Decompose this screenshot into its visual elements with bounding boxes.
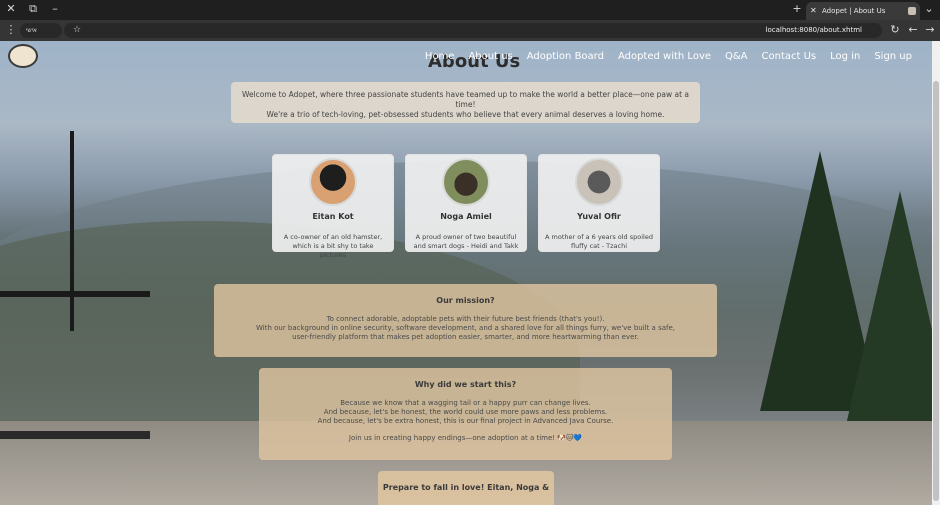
team-member-name: Yuval Ofir <box>577 212 621 221</box>
adopet-logo[interactable] <box>8 44 38 68</box>
tab-favicon-icon <box>908 7 916 15</box>
bio-line: A mother of a 6 years old spoiled <box>545 233 653 241</box>
menu-icon[interactable]: ⋮ <box>4 23 18 37</box>
mission-line: user-friendly platform that makes pet ad… <box>292 333 639 341</box>
close-tab-icon[interactable]: ✕ <box>810 2 817 20</box>
why-line: And because, let's be extra honest, this… <box>317 417 614 425</box>
nav-home[interactable]: Home <box>425 51 455 62</box>
welcome-line-2: We're a trio of tech-loving, pet-obsesse… <box>266 110 665 119</box>
team-member-bio: A co-owner of an old hamster, which is a… <box>273 233 393 260</box>
team-card: Noga Amiel A proud owner of two beautifu… <box>405 154 527 252</box>
avatar <box>309 158 357 206</box>
chairlift-bench <box>0 431 150 439</box>
nav-contact-us[interactable]: Contact Us <box>762 51 817 62</box>
bio-line: A proud owner of two beautiful <box>415 233 517 241</box>
browser-tab[interactable]: ✕ Adopet | About Us <box>806 2 920 20</box>
team-member-name: Noga Amiel <box>440 212 492 221</box>
nav-log-in[interactable]: Log in <box>830 51 860 62</box>
team-card: Yuval Ofir A mother of a 6 years old spo… <box>538 154 660 252</box>
scrollbar-thumb[interactable] <box>933 81 939 501</box>
bio-line: fluffy cat - Tzachi <box>570 242 628 250</box>
team-member-bio: A mother of a 6 years old spoiled fluffy… <box>539 233 659 251</box>
mission-title: Our mission? <box>436 296 495 305</box>
welcome-line-1: Welcome to Adopet, where three passionat… <box>241 90 690 109</box>
team-member-name: Eitan Kot <box>312 212 354 221</box>
page-viewport: About Us Home About us Adoption Board Ad… <box>0 41 932 505</box>
omnibox[interactable]: ☆ localhost:8080/about.xhtml <box>64 23 882 38</box>
bio-line: A co-owner of an old hamster, <box>283 233 383 241</box>
new-tab-icon[interactable]: + <box>790 2 804 16</box>
close-window-icon[interactable]: ✕ <box>4 2 18 16</box>
why-line: Join us in creating happy endings—one ad… <box>348 434 583 442</box>
profile-button[interactable]: אישי <box>20 23 62 38</box>
restore-window-icon[interactable]: ⧉ <box>26 2 40 16</box>
forward-icon[interactable]: ← <box>906 23 920 37</box>
why-text: Because we know that a wagging tail or a… <box>259 399 672 443</box>
why-title: Why did we start this? <box>414 380 517 389</box>
background-tree <box>840 191 932 451</box>
chairlift-seat <box>0 291 150 297</box>
nav-qa[interactable]: Q&A <box>725 51 748 62</box>
back-icon[interactable]: → <box>923 23 937 37</box>
tab-title: Adopet | About Us <box>822 7 886 15</box>
nav-adopted-with-love[interactable]: Adopted with Love <box>618 51 711 62</box>
browser-tab-strip: ✕ ⧉ – + ✕ Adopet | About Us ⌄ <box>0 0 940 20</box>
mission-line: With our background in online security, … <box>255 324 676 332</box>
mission-card: Our mission? To connect adorable, adopta… <box>214 284 717 357</box>
avatar <box>575 158 623 206</box>
mission-line: To connect adorable, adoptable pets with… <box>326 315 605 323</box>
team-member-bio: A proud owner of two beautiful and smart… <box>406 233 526 251</box>
main-nav: Home About us Adoption Board Adopted wit… <box>425 51 912 62</box>
mission-text: To connect adorable, adoptable pets with… <box>214 315 717 342</box>
page-scrollbar[interactable] <box>932 41 940 505</box>
welcome-card: Welcome to Adopet, where three passionat… <box>231 82 700 123</box>
tab-search-icon[interactable]: ⌄ <box>922 2 936 16</box>
why-line: Because we know that a wagging tail or a… <box>340 399 591 407</box>
chairlift-pole <box>70 131 74 331</box>
nav-about-us[interactable]: About us <box>468 51 512 62</box>
minimize-window-icon[interactable]: – <box>48 2 62 16</box>
footer-banner: Prepare to fall in love! Eitan, Noga & Y… <box>378 471 554 505</box>
address-bar: ⋮ אישי ☆ localhost:8080/about.xhtml ↻ ← … <box>0 20 940 41</box>
bio-line: which is a bit shy to take pictures <box>292 242 374 259</box>
why-line: And because, let's be honest, the world … <box>323 408 608 416</box>
url-text[interactable]: localhost:8080/about.xhtml <box>766 23 862 38</box>
team-cards: Eitan Kot A co-owner of an old hamster, … <box>272 154 660 259</box>
profile-label: אישי <box>26 27 37 34</box>
team-card: Eitan Kot A co-owner of an old hamster, … <box>272 154 394 259</box>
reload-icon[interactable]: ↻ <box>888 23 902 37</box>
bookmark-star-icon[interactable]: ☆ <box>70 23 84 37</box>
nav-adoption-board[interactable]: Adoption Board <box>527 51 604 62</box>
nav-sign-up[interactable]: Sign up <box>874 51 912 62</box>
why-card: Why did we start this? Because we know t… <box>259 368 672 460</box>
bio-line: and smart dogs - Heidi and Takk <box>413 242 519 250</box>
avatar <box>442 158 490 206</box>
